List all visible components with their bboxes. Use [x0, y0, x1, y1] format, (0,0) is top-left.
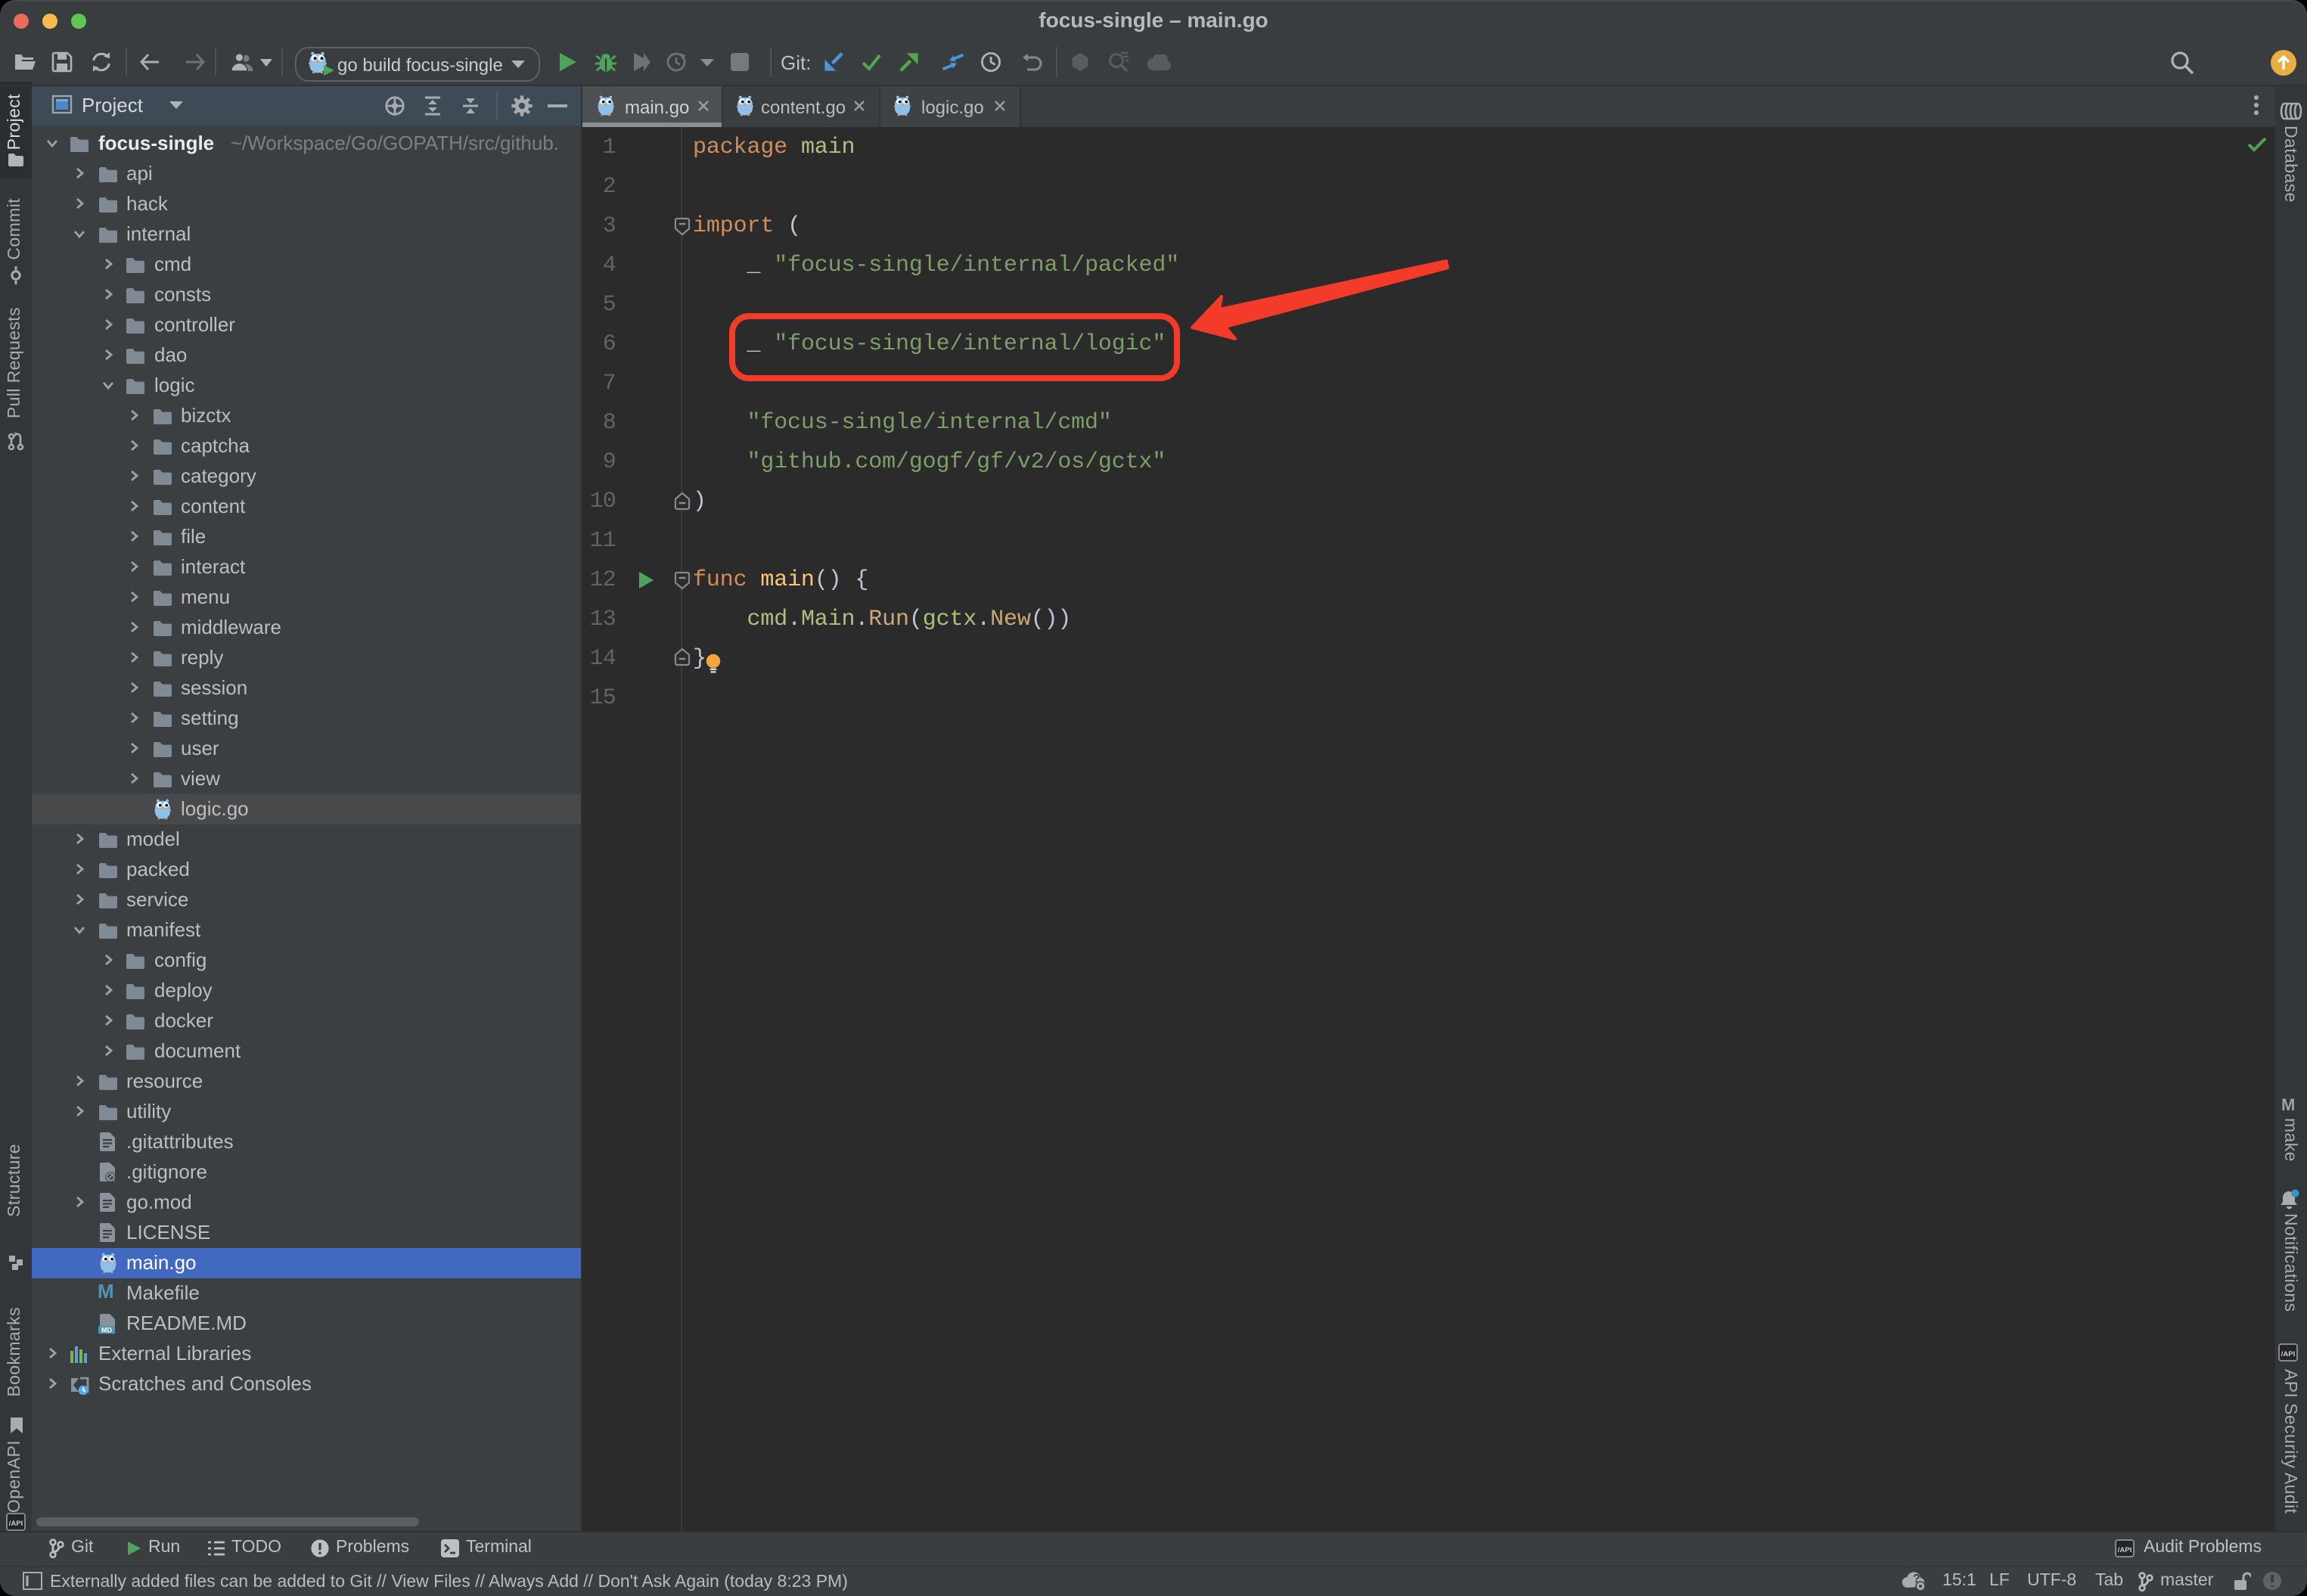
- svg-text:/API: /API: [9, 1520, 23, 1528]
- svg-text:/API: /API: [2281, 1350, 2296, 1358]
- svg-text:/API: /API: [2118, 1545, 2132, 1554]
